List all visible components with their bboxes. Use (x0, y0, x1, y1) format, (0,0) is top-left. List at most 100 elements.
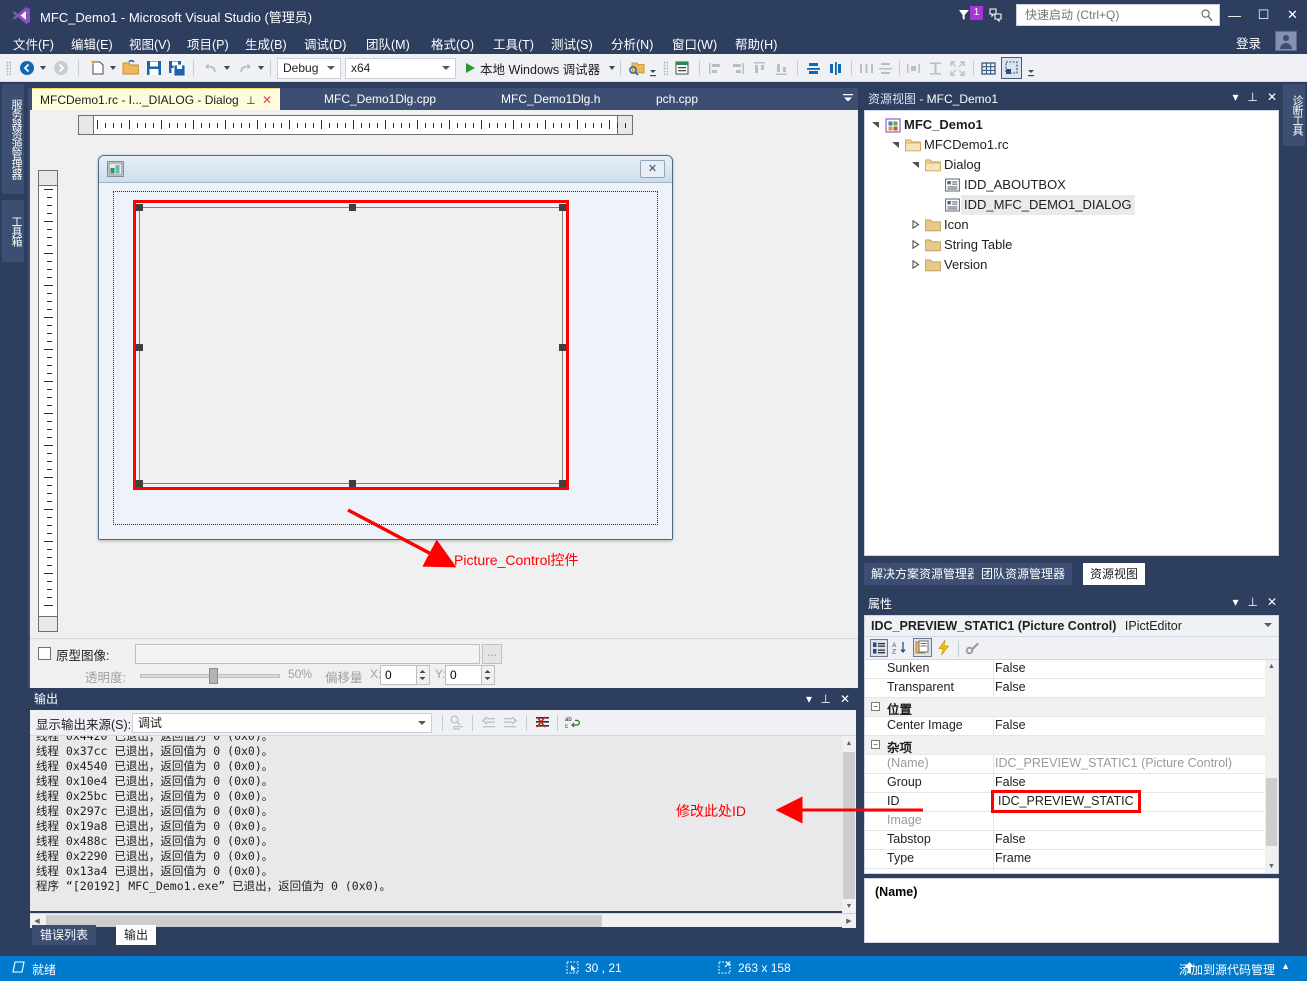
menu-help[interactable]: 帮助(H) (730, 33, 782, 54)
go-to-next-message-icon[interactable] (502, 714, 519, 731)
close-icon[interactable]: ✕ (262, 93, 272, 107)
ruler-v-thumb-top[interactable] (38, 170, 58, 186)
resource-view-close-icon[interactable]: ✕ (1267, 90, 1277, 104)
tree-node[interactable]: MFC_Demo1 (904, 115, 983, 135)
output-vscroll-thumb[interactable] (843, 752, 855, 900)
ruler-h-thumb-left[interactable] (78, 115, 94, 135)
menu-debug[interactable]: 调试(D) (299, 33, 351, 54)
resize-handle-sw[interactable] (136, 480, 143, 487)
space-down-icon[interactable] (877, 57, 894, 79)
output-source-combo[interactable]: 调试 (132, 713, 432, 733)
navigate-forward-button[interactable] (52, 57, 70, 79)
menu-format[interactable]: 格式(O) (426, 33, 479, 54)
tab-solution-explorer[interactable]: 解决方案资源管理器 (864, 563, 987, 585)
quick-launch-box[interactable] (1016, 4, 1220, 26)
new-project-dropdown-icon[interactable] (110, 66, 116, 88)
horizontal-ruler[interactable] (78, 115, 633, 135)
menu-team[interactable]: 团队(M) (361, 33, 415, 54)
properties-dropdown-icon[interactable]: ▾ (1232, 595, 1238, 609)
resource-view-tree[interactable]: MFC_Demo1 MFCDemo1.rc Dialog IDD_ABOUTBOX ID… (864, 110, 1279, 556)
bottom-tab-error-list[interactable]: 错误列表 (32, 925, 97, 945)
minimize-button[interactable]: — (1220, 0, 1249, 30)
menu-window[interactable]: 窗口(W) (667, 33, 722, 54)
resize-handle-nw[interactable] (136, 204, 143, 211)
align-rights-icon[interactable] (729, 57, 746, 79)
property-value-id-highlighted[interactable]: IDC_PREVIEW_STATIC (991, 790, 1141, 813)
resize-handle-w[interactable] (136, 344, 143, 351)
undo-dropdown-icon[interactable] (224, 66, 230, 88)
user-account-icon[interactable] (1275, 31, 1297, 51)
resize-handle-e[interactable] (559, 344, 566, 351)
redo-button[interactable] (236, 57, 254, 79)
properties-window-button[interactable] (913, 638, 932, 657)
prototype-image-checkbox[interactable] (38, 647, 51, 660)
properties-pin-icon[interactable]: ⊥ (1247, 595, 1257, 609)
test-dialog-icon[interactable] (674, 57, 690, 79)
menu-test[interactable]: 测试(S) (546, 33, 598, 54)
menu-tools[interactable]: 工具(T) (488, 33, 539, 54)
property-value[interactable]: IDC_PREVIEW_STATIC1 (Picture Control) (995, 756, 1232, 770)
property-row[interactable]: (Name) IDC_PREVIEW_STATIC1 (Picture Contr… (865, 755, 1278, 774)
alphabetical-view-button[interactable]: AZ (892, 640, 907, 655)
navigate-backward-button[interactable] (18, 57, 36, 79)
vertical-ruler[interactable] (38, 170, 58, 632)
output-vertical-scrollbar[interactable]: ▲ ▼ (842, 736, 856, 913)
tree-node[interactable]: Dialog (944, 155, 981, 175)
tab-mfcdemo1-rc[interactable]: MFCDemo1.rc - I..._DIALOG - Dialog ⊥ ✕ (32, 88, 281, 110)
tab-pch-cpp[interactable]: pch.cpp (648, 88, 706, 110)
property-row[interactable]: − 杂项 (865, 736, 1278, 755)
tree-node[interactable]: MFCDemo1.rc (924, 135, 1009, 155)
expander-expand-icon[interactable] (911, 260, 920, 269)
quick-launch-input[interactable] (1023, 5, 1193, 25)
property-row[interactable]: Transparent False (865, 679, 1278, 698)
clear-all-icon[interactable] (534, 714, 551, 731)
resize-handle-ne[interactable] (559, 204, 566, 211)
property-row[interactable]: Tabstop False (865, 831, 1278, 850)
center-horizontally-icon[interactable] (805, 57, 822, 79)
expander-collapse-icon[interactable] (911, 160, 920, 169)
solution-platform-combo[interactable]: x64 (345, 58, 456, 79)
resize-handle-se[interactable] (559, 480, 566, 487)
property-value[interactable]: False (995, 775, 1026, 789)
expander-expand-icon[interactable] (911, 220, 920, 229)
property-value[interactable]: False (995, 832, 1026, 846)
categorized-view-button[interactable] (870, 639, 888, 657)
start-debugging-button[interactable] (463, 57, 477, 79)
output-panel-pin-icon[interactable]: ⊥ (821, 692, 831, 706)
offset-y-spinner[interactable] (481, 666, 494, 684)
props-scroll-thumb[interactable] (1266, 778, 1277, 846)
property-row[interactable]: Sunken False (865, 660, 1278, 679)
properties-grid-scrollbar[interactable]: ▲ ▼ (1265, 660, 1278, 873)
toggle-guides-icon[interactable] (1001, 57, 1022, 79)
align-tops-icon[interactable] (751, 57, 768, 79)
output-panel-close-icon[interactable]: ✕ (840, 692, 850, 706)
prototype-image-browse-button[interactable]: ... (482, 644, 502, 664)
go-to-previous-message-icon[interactable] (480, 714, 497, 731)
tree-node[interactable]: IDD_ABOUTBOX (964, 175, 1066, 195)
resize-handle-s[interactable] (349, 480, 356, 487)
tree-node[interactable]: IDD_MFC_DEMO1_DIALOG (961, 195, 1135, 215)
save-button[interactable] (145, 57, 163, 79)
pin-icon[interactable]: ⊥ (246, 95, 256, 107)
toolbar-grip[interactable] (6, 61, 11, 76)
tab-mfc-demo1dlg-h[interactable]: MFC_Demo1Dlg.h (493, 88, 608, 110)
property-value[interactable]: False (995, 661, 1026, 675)
resource-view-pin-icon[interactable]: ⊥ (1247, 90, 1257, 104)
align-lefts-icon[interactable] (707, 57, 724, 79)
prototype-image-path-input[interactable] (135, 644, 480, 664)
align-bottoms-icon[interactable] (773, 57, 790, 79)
menu-view[interactable]: 视图(V) (124, 33, 176, 54)
sign-in-link[interactable]: 登录 (1236, 33, 1261, 52)
menu-edit[interactable]: 编辑(E) (66, 33, 118, 54)
notifications-icon[interactable]: 1 (958, 4, 986, 26)
toggle-word-wrap-icon[interactable]: ab c (564, 714, 581, 731)
menu-file[interactable]: 文件(F) (8, 33, 59, 54)
center-vertically-icon[interactable] (827, 57, 844, 79)
expander-expand-icon[interactable] (911, 240, 920, 249)
undo-button[interactable] (202, 57, 220, 79)
dialog-close-icon[interactable]: ✕ (640, 160, 665, 178)
scroll-right-button[interactable]: ▶ (842, 914, 856, 928)
maximize-button[interactable]: ☐ (1249, 0, 1278, 30)
tree-node[interactable]: Icon (944, 215, 969, 235)
size-to-content-icon[interactable] (949, 57, 966, 79)
